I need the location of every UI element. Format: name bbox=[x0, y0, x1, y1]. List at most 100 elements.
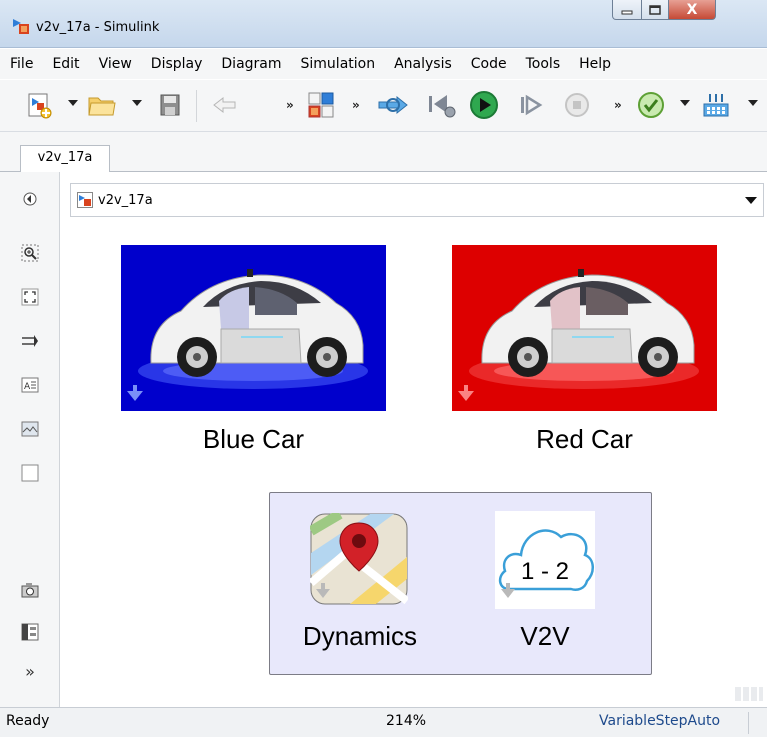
blue-car-label: Blue Car bbox=[202, 424, 305, 454]
address-bar[interactable]: v2v_17a bbox=[70, 183, 764, 217]
hide-browser-button[interactable] bbox=[21, 190, 39, 208]
zoom-button[interactable] bbox=[21, 244, 39, 262]
canvas-resize-grip[interactable] bbox=[735, 687, 763, 701]
subsystem-area[interactable]: Dynamics 1 - 2 V2V bbox=[269, 492, 652, 675]
minimize-button[interactable] bbox=[612, 0, 642, 20]
open-button[interactable] bbox=[86, 90, 118, 120]
model-advisor-icon bbox=[638, 92, 664, 118]
step-forward-icon bbox=[521, 94, 543, 116]
toolbar: » » » bbox=[0, 80, 767, 132]
model-icon bbox=[77, 192, 93, 208]
v2v-block[interactable]: 1 - 2 bbox=[495, 511, 595, 609]
area-button[interactable] bbox=[21, 464, 39, 482]
maximize-button[interactable] bbox=[641, 0, 669, 20]
run-button[interactable] bbox=[468, 90, 500, 120]
update-diagram-icon bbox=[378, 95, 408, 115]
menu-view[interactable]: View bbox=[89, 56, 141, 72]
run-icon bbox=[470, 91, 498, 119]
open-dropdown[interactable] bbox=[132, 100, 142, 106]
chevron-down-icon[interactable] bbox=[745, 197, 757, 204]
library-browser-button[interactable] bbox=[306, 90, 336, 120]
blue-car-image bbox=[121, 245, 386, 411]
menu-edit[interactable]: Edit bbox=[42, 56, 88, 72]
tab-strip: v2v_17a bbox=[0, 132, 767, 172]
area-icon bbox=[21, 464, 39, 482]
toolbar-overflow-2[interactable]: » bbox=[352, 98, 360, 112]
back-arrow-icon bbox=[213, 96, 236, 114]
new-model-icon bbox=[28, 93, 52, 119]
maximize-icon bbox=[649, 4, 661, 15]
build-dropdown[interactable] bbox=[748, 100, 758, 106]
map-pin-icon bbox=[308, 509, 410, 605]
model-advisor-button[interactable] bbox=[636, 90, 666, 120]
image-icon bbox=[21, 421, 39, 437]
fit-to-view-icon bbox=[21, 288, 39, 306]
status-separator bbox=[748, 712, 749, 734]
image-button[interactable] bbox=[21, 420, 39, 438]
menu-code[interactable]: Code bbox=[461, 56, 516, 72]
menu-simulation[interactable]: Simulation bbox=[291, 56, 385, 72]
stop-icon bbox=[565, 93, 589, 117]
save-icon bbox=[160, 94, 180, 116]
close-icon: X bbox=[686, 1, 698, 18]
toolbar-overflow-3[interactable]: » bbox=[614, 98, 622, 112]
cloud-icon: 1 - 2 bbox=[498, 529, 594, 598]
menu-display[interactable]: Display bbox=[141, 56, 212, 72]
save-button[interactable] bbox=[158, 90, 182, 120]
signal-arrow-icon bbox=[22, 335, 38, 347]
v2v-icon-text: 1 - 2 bbox=[521, 558, 569, 585]
fit-to-view-button[interactable] bbox=[21, 288, 39, 306]
step-back-button[interactable] bbox=[424, 90, 460, 120]
toolbar-separator bbox=[196, 90, 197, 122]
dynamics-label: Dynamics bbox=[302, 621, 418, 651]
red-car-image bbox=[452, 245, 717, 411]
simulink-app-icon bbox=[13, 19, 29, 34]
status-state: Ready bbox=[6, 713, 50, 729]
menu-analysis[interactable]: Analysis bbox=[384, 56, 461, 72]
library-browser-icon bbox=[308, 92, 334, 118]
new-model-button[interactable] bbox=[26, 90, 54, 120]
hide-browser-icon bbox=[23, 192, 37, 206]
new-model-dropdown[interactable] bbox=[68, 100, 78, 106]
window-title: v2v_17a - Simulink bbox=[36, 20, 160, 35]
model-canvas[interactable]: Blue Car Red Car Dynamics 1 - 2 V2V bbox=[61, 222, 767, 707]
palette-overflow[interactable]: » bbox=[21, 662, 39, 681]
model-browser-button[interactable] bbox=[21, 623, 39, 641]
back-button[interactable] bbox=[210, 90, 240, 120]
menu-tools[interactable]: Tools bbox=[516, 56, 570, 72]
red-car-label: Red Car bbox=[536, 424, 633, 454]
camera-icon bbox=[21, 583, 39, 598]
status-bar: Ready 214% VariableStepAuto bbox=[0, 707, 767, 737]
annotation-icon: A bbox=[21, 377, 39, 393]
zoom-level: 214% bbox=[386, 713, 427, 729]
red-car-block[interactable] bbox=[452, 245, 717, 411]
update-diagram-button[interactable] bbox=[376, 90, 412, 120]
tab-v2v-17a[interactable]: v2v_17a bbox=[20, 145, 110, 172]
step-forward-button[interactable] bbox=[516, 90, 546, 120]
title-bar: v2v_17a - Simulink X bbox=[0, 0, 767, 48]
model-browser-icon bbox=[21, 623, 39, 641]
blue-car-block[interactable] bbox=[121, 245, 386, 411]
minimize-icon bbox=[621, 10, 633, 14]
tool-palette: A » bbox=[0, 172, 60, 707]
toolbar-overflow-1[interactable]: » bbox=[286, 98, 294, 112]
open-folder-icon bbox=[88, 97, 116, 116]
snapshot-button[interactable] bbox=[21, 581, 39, 599]
annotation-button[interactable]: A bbox=[21, 376, 39, 394]
signal-routing-button[interactable] bbox=[21, 332, 39, 350]
model-advisor-dropdown[interactable] bbox=[680, 100, 690, 106]
solver-link[interactable]: VariableStepAuto bbox=[599, 713, 720, 729]
build-button[interactable] bbox=[700, 90, 732, 120]
zoom-icon bbox=[21, 244, 39, 262]
menu-help[interactable]: Help bbox=[569, 56, 620, 72]
dynamics-block[interactable] bbox=[308, 509, 410, 605]
menu-file[interactable]: File bbox=[0, 56, 42, 72]
breadcrumb-model[interactable]: v2v_17a bbox=[98, 193, 153, 208]
v2v-label: V2V bbox=[520, 621, 570, 651]
menu-diagram[interactable]: Diagram bbox=[211, 56, 290, 72]
menu-bar: File Edit View Display Diagram Simulatio… bbox=[0, 49, 767, 79]
stop-button[interactable] bbox=[562, 90, 592, 120]
svg-text:A: A bbox=[24, 382, 31, 392]
build-icon bbox=[703, 94, 729, 117]
close-button[interactable]: X bbox=[668, 0, 716, 20]
